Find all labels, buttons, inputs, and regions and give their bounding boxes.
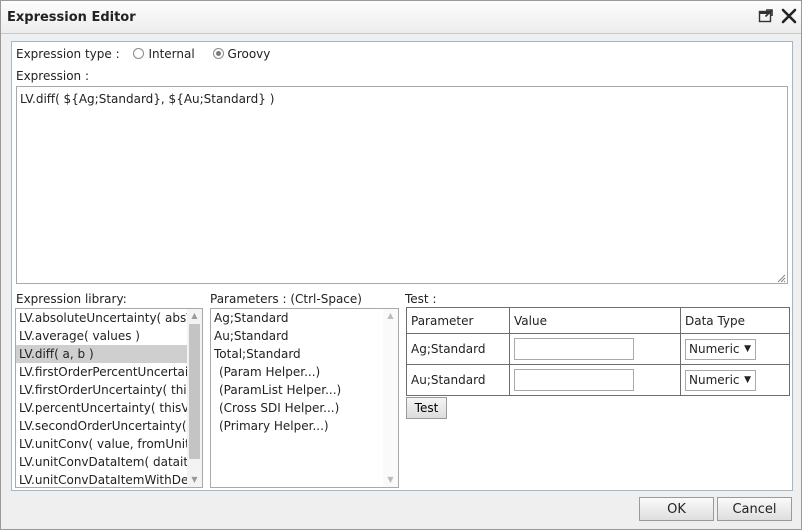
data-type-cell: Numeric ▼ <box>680 333 790 365</box>
expression-type-row: Expression type : Internal Groovy <box>16 47 270 61</box>
cross-sdi-helper-item[interactable]: (Cross SDI Helper...) <box>211 399 383 417</box>
parameters-list[interactable]: Ag;Standard Au;Standard Total;Standard (… <box>210 308 399 488</box>
parameter-item[interactable]: Au;Standard <box>211 327 383 345</box>
chevron-down-icon: ▼ <box>744 343 751 354</box>
ok-button[interactable]: OK <box>639 497 714 521</box>
library-item[interactable]: LV.firstOrderUncertainty( this\ <box>16 381 187 399</box>
data-type-select[interactable]: Numeric ▼ <box>685 369 756 391</box>
column-header-value: Value <box>509 307 681 334</box>
radio-groovy[interactable] <box>212 48 224 59</box>
table-row: Ag;Standard Numeric ▼ <box>406 333 790 365</box>
paramlist-helper-item[interactable]: (ParamList Helper...) <box>211 381 383 399</box>
data-type-select[interactable]: Numeric ▼ <box>685 338 756 360</box>
scroll-up-arrow-icon[interactable]: ▲ <box>187 309 202 323</box>
library-item[interactable]: LV.secondOrderUncertainty( th <box>16 417 187 435</box>
column-header-data-type: Data Type <box>680 307 790 334</box>
expression-editor-dialog: Expression Editor Expression type : Inte… <box>0 0 802 530</box>
library-item[interactable]: LV.average( values ) <box>16 327 187 345</box>
value-cell <box>509 364 681 396</box>
library-item[interactable]: LV.firstOrderPercentUncertain <box>16 363 187 381</box>
value-cell <box>509 333 681 365</box>
library-item-selected[interactable]: LV.diff( a, b ) <box>16 345 187 363</box>
expression-library-label: Expression library: <box>16 292 127 306</box>
cancel-button[interactable]: Cancel <box>717 497 792 521</box>
data-type-cell: Numeric ▼ <box>680 364 790 396</box>
radio-internal[interactable] <box>133 48 145 59</box>
library-item[interactable]: LV.absoluteUncertainty( absVa <box>16 309 187 327</box>
library-item[interactable]: LV.unitConvDataItemWithDen <box>16 471 187 487</box>
parameter-item[interactable]: Total;Standard <box>211 345 383 363</box>
resize-grip-icon[interactable] <box>776 272 786 283</box>
library-item[interactable]: LV.percentUncertainty( thisVal <box>16 399 187 417</box>
value-input[interactable] <box>514 338 634 360</box>
test-label: Test : <box>405 292 437 306</box>
radio-internal-label[interactable]: Internal <box>148 47 194 61</box>
scroll-down-arrow-icon[interactable]: ▼ <box>383 473 398 487</box>
parameter-item[interactable]: Ag;Standard <box>211 309 383 327</box>
parameter-cell: Ag;Standard <box>406 333 510 365</box>
test-button[interactable]: Test <box>406 397 447 419</box>
expression-type-label: Expression type : <box>16 47 120 61</box>
library-item[interactable]: LV.unitConvDataItem( dataiter <box>16 453 187 471</box>
library-scrollbar[interactable]: ▲ ▼ <box>187 309 202 487</box>
data-type-value: Numeric <box>689 372 740 387</box>
scroll-down-arrow-icon[interactable]: ▼ <box>187 473 202 487</box>
data-type-value: Numeric <box>689 341 740 356</box>
radio-groovy-label[interactable]: Groovy <box>228 47 271 61</box>
editor-panel: Expression type : Internal Groovy Expres… <box>11 41 793 491</box>
title-bar[interactable]: Expression Editor <box>1 1 801 34</box>
parameters-scrollbar[interactable]: ▲ ▼ <box>383 309 398 487</box>
test-table: Parameter Value Data Type Ag;Standard Nu… <box>406 307 790 396</box>
value-input[interactable] <box>514 369 634 391</box>
expression-textarea[interactable] <box>16 86 788 284</box>
column-header-parameter: Parameter <box>406 307 510 334</box>
param-helper-item[interactable]: (Param Helper...) <box>211 363 383 381</box>
library-scroll-thumb[interactable] <box>189 324 200 459</box>
scroll-up-arrow-icon[interactable]: ▲ <box>383 309 398 323</box>
primary-helper-item[interactable]: (Primary Helper...) <box>211 417 383 435</box>
parameter-cell: Au;Standard <box>406 364 510 396</box>
close-icon[interactable] <box>780 7 798 25</box>
dialog-title: Expression Editor <box>7 10 136 25</box>
chevron-down-icon: ▼ <box>744 374 751 385</box>
expression-library-list[interactable]: LV.absoluteUncertainty( absVa LV.average… <box>15 308 203 488</box>
popout-window-icon[interactable] <box>757 7 775 25</box>
expression-label: Expression : <box>16 69 89 83</box>
table-row: Au;Standard Numeric ▼ <box>406 364 790 396</box>
library-item[interactable]: LV.unitConv( value, fromUnit, t <box>16 435 187 453</box>
parameters-label: Parameters : (Ctrl-Space) <box>210 292 362 306</box>
